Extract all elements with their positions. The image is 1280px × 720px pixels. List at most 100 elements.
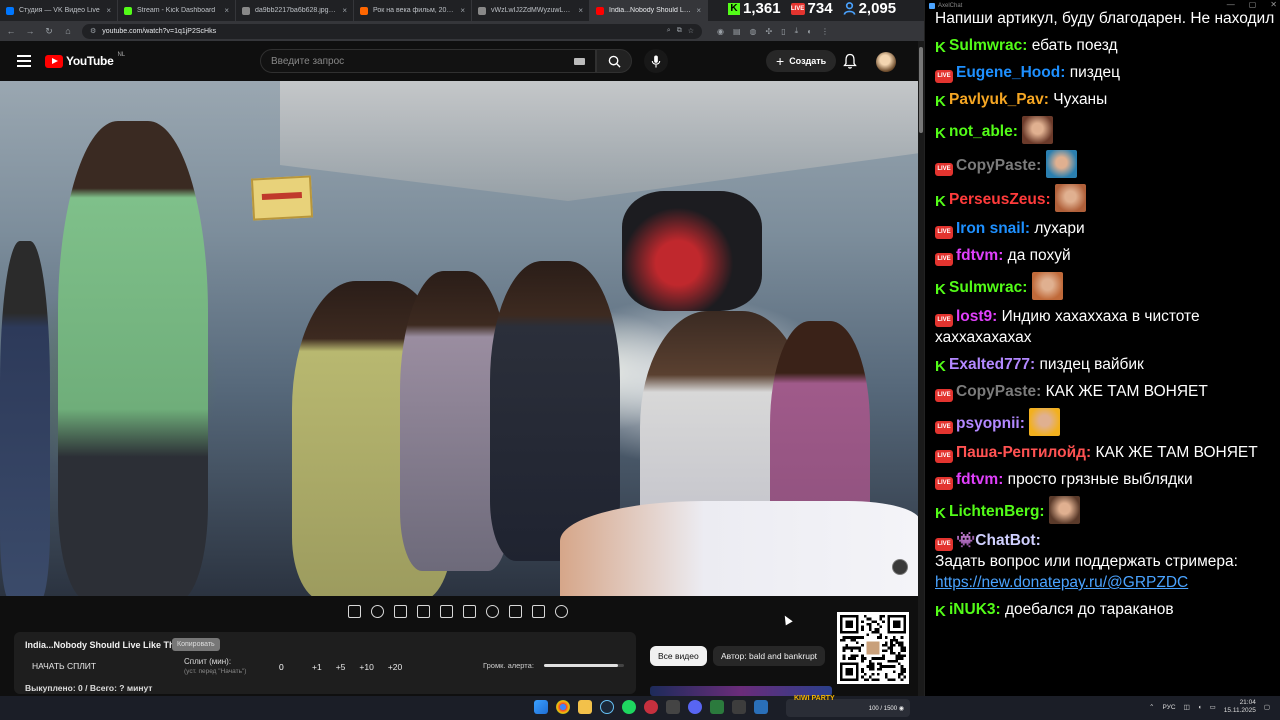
copy-tag-button[interactable]: Копировать (172, 638, 220, 651)
chip-all-videos[interactable]: Все видео (650, 646, 707, 666)
extensions-puzzle-icon[interactable]: ✣ (766, 27, 773, 36)
chrome-icon[interactable] (556, 700, 570, 714)
app-icon[interactable] (732, 700, 746, 714)
scrollbar-thumb[interactable] (919, 47, 923, 133)
qr-module (853, 636, 856, 639)
chip-author[interactable]: Автор: bald and bankrupt (713, 646, 826, 666)
clock[interactable]: 21:04 15.11.2025 (1224, 699, 1256, 715)
browser-tab[interactable]: India...Nobody Should Live × (590, 0, 708, 21)
split-minutes-value: 0 (279, 662, 284, 672)
minimize-icon[interactable]: — (1227, 0, 1235, 9)
add-1-button[interactable]: +1 (312, 662, 322, 672)
qr-module (855, 654, 859, 658)
video-player[interactable] (0, 81, 918, 596)
settings-gear-icon[interactable] (555, 605, 568, 618)
notifications-icon[interactable]: ▢ (1264, 703, 1270, 711)
notifications-bell-icon[interactable] (843, 53, 857, 69)
lang-indicator[interactable]: РУС (1163, 704, 1176, 711)
site-info-icon[interactable]: ⚙ (90, 27, 96, 35)
profile-icon[interactable]: ◐ (807, 27, 812, 36)
steam-icon[interactable] (600, 700, 614, 714)
donation-link[interactable]: https://new.donatepay.ru/@GRPZDC (935, 574, 1188, 591)
add-10-button[interactable]: +10 (359, 662, 373, 672)
qr-module (882, 657, 885, 660)
broadcast-icon[interactable] (371, 605, 384, 618)
loop-icon[interactable] (348, 605, 361, 618)
qr-module (876, 662, 880, 666)
zoom-icon[interactable]: ⌕ (667, 27, 671, 35)
reload-icon[interactable]: ↻ (44, 26, 54, 37)
add-5-button[interactable]: +5 (336, 662, 346, 672)
qr-module (898, 641, 901, 645)
qr-module (890, 644, 893, 647)
chat-window: AxelChat — ▢ ✕ Напиши артикул, буду благ… (924, 0, 1280, 696)
app-icon[interactable] (710, 700, 724, 714)
hamburger-menu-icon[interactable] (17, 55, 31, 67)
alert-volume-slider[interactable] (544, 664, 624, 667)
tab-close-icon[interactable]: × (342, 6, 347, 15)
tray-expand-icon[interactable]: ⌃ (1149, 703, 1154, 711)
back-icon[interactable]: ← (6, 26, 16, 36)
url-field[interactable]: ⚙ youtube.com/watch?v=1q1jP2ScHks ⌕ ⧉ ☆ (82, 23, 702, 39)
tab-close-icon[interactable]: × (696, 6, 701, 15)
clip-icon[interactable] (417, 605, 430, 618)
menu-dots-icon[interactable]: ⋮ (821, 27, 829, 36)
install-icon[interactable]: ⧉ (677, 27, 682, 35)
home-icon[interactable]: ⌂ (63, 26, 73, 36)
browser-tab[interactable]: Рок на века фильм, 2012, дата × (354, 0, 472, 21)
speed-icon[interactable] (486, 605, 499, 618)
tab-close-icon[interactable]: × (578, 6, 583, 15)
tab-close-icon[interactable]: × (106, 6, 111, 15)
qr-module (861, 667, 864, 671)
keyboard-icon[interactable] (574, 57, 585, 65)
tab-close-icon[interactable]: × (460, 6, 465, 15)
add-icon[interactable] (509, 605, 522, 618)
spotify-icon[interactable] (622, 700, 636, 714)
donation-qr-code (837, 612, 909, 684)
qr-module (869, 662, 872, 666)
add-20-button[interactable]: +20 (388, 662, 402, 672)
voice-search-button[interactable] (644, 49, 668, 73)
channel-watermark[interactable] (892, 559, 908, 575)
close-icon[interactable]: ✕ (1270, 0, 1277, 9)
vk-live-icon: LIVE (935, 253, 953, 266)
chat-text: да похуй (1007, 247, 1071, 264)
extension-icon[interactable]: ◉ (717, 27, 724, 36)
browser-tab[interactable]: vWzLwIJ2ZdMWyzuwLJuQaDT × (472, 0, 590, 21)
user-avatar[interactable] (876, 52, 896, 72)
browser-tab[interactable]: Stream - Kick Dashboard × (118, 0, 236, 21)
browser-tab[interactable]: Студия — VK Видео Live × (0, 0, 118, 21)
app-icon[interactable] (644, 700, 658, 714)
app-icon[interactable] (666, 700, 680, 714)
sidebar-icon[interactable]: ▯ (781, 27, 785, 36)
start-windows-icon[interactable] (534, 700, 548, 714)
network-icon[interactable]: ◫ (1184, 703, 1190, 711)
search-input[interactable]: Введите запрос (260, 49, 596, 73)
party-widget[interactable]: KIWI PARTY 100 / 1500 ◉ (786, 695, 910, 717)
volume-icon[interactable]: ◖ (1198, 704, 1202, 711)
battery-icon[interactable]: ▭ (1210, 703, 1216, 711)
filter-icon[interactable] (394, 605, 407, 618)
clock-time: 21:04 (1239, 699, 1256, 706)
vk-live-icon: LIVE (935, 70, 953, 83)
create-button[interactable]: + Создать (766, 50, 837, 72)
qr-module (892, 670, 896, 674)
maximize-icon[interactable]: ▢ (1249, 0, 1257, 9)
bookmark-star-icon[interactable]: ☆ (688, 27, 694, 35)
browser-tab[interactable]: da9bb2217ba6b628.jpg (1358× × (236, 0, 354, 21)
start-split-button[interactable]: НАЧАТЬ СПЛИТ (32, 661, 96, 671)
youtube-logo[interactable]: YouTube NL (45, 52, 125, 68)
extension-icon[interactable]: ◍ (750, 27, 757, 36)
file-explorer-icon[interactable] (578, 700, 592, 714)
forward-icon[interactable]: → (25, 26, 35, 36)
screenshot-icon[interactable] (532, 605, 545, 618)
qr-module (871, 665, 875, 668)
extension-icon[interactable]: ▤ (733, 27, 741, 36)
tab-close-icon[interactable]: × (224, 6, 229, 15)
picture-in-picture-icon[interactable] (440, 605, 453, 618)
subtitles-icon[interactable] (463, 605, 476, 618)
search-button[interactable] (596, 49, 632, 73)
download-icon[interactable]: ⤓ (795, 26, 799, 36)
chat-app-taskbar-icon[interactable] (754, 700, 768, 714)
media-icon[interactable] (688, 700, 702, 714)
